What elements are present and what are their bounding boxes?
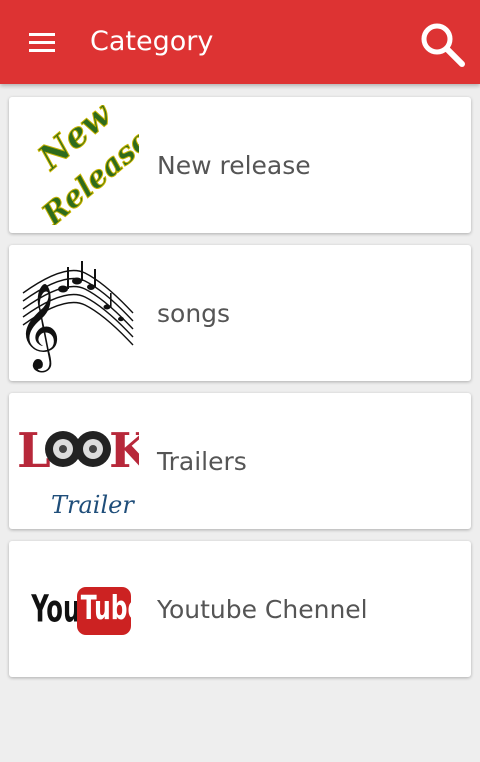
search-button[interactable]	[414, 16, 470, 72]
music-notes-icon: 𝄞	[15, 253, 139, 373]
trailer-logo-text: Trailer	[51, 491, 135, 519]
look-trailer-logo: L K Trailer	[15, 401, 139, 521]
youtube-logo-text-tube: Tube	[81, 589, 139, 627]
youtube-logo: You Tube	[15, 549, 139, 669]
app-bar: Category	[0, 0, 480, 84]
svg-text:𝄞: 𝄞	[17, 283, 61, 373]
category-card-new-release[interactable]: New Releases New release	[9, 97, 471, 233]
hamburger-menu-icon	[29, 33, 55, 52]
search-icon	[421, 23, 465, 67]
category-label: songs	[157, 298, 231, 328]
menu-button[interactable]	[20, 24, 64, 60]
category-card-youtube-chennel[interactable]: You Tube Youtube Chennel	[9, 541, 471, 677]
category-card-songs[interactable]: 𝄞 songs	[9, 245, 471, 381]
category-card-trailers[interactable]: L K Trailer Trailers	[9, 393, 471, 529]
category-label: New release	[157, 150, 311, 180]
category-label: Youtube Chennel	[157, 594, 368, 624]
category-label: Trailers	[157, 446, 247, 476]
page-title: Category	[90, 26, 214, 57]
look-logo-letter-k: K	[109, 423, 139, 479]
category-list: New Releases New release 𝄞 songs L K Tra…	[9, 97, 471, 689]
new-releases-logo: New Releases	[15, 105, 139, 225]
youtube-logo-text-you: You	[30, 587, 80, 631]
